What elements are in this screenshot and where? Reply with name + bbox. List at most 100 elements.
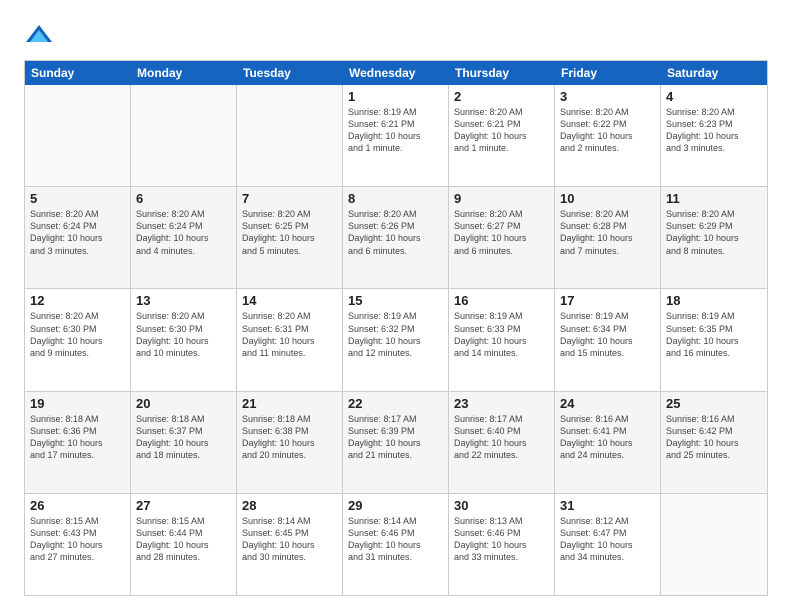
day-number: 30 [454,498,549,513]
day-cell: 2Sunrise: 8:20 AM Sunset: 6:21 PM Daylig… [449,85,555,186]
day-info: Sunrise: 8:14 AM Sunset: 6:45 PM Dayligh… [242,515,337,564]
day-number: 21 [242,396,337,411]
week-row: 26 Sunrise: 8:15 AM Sunset: 6:43 PM Dayli… [25,493,767,595]
header [24,20,768,50]
day-number: 14 [242,293,337,308]
day-number: 24 [560,396,655,411]
week-row: 19 Sunrise: 8:18 AM Sunset: 6:36 PM Dayli… [25,391,767,493]
day-info: Sunrise: 8:18 AM Sunset: 6:37 PM Dayligh… [136,413,231,462]
day-number: 17 [560,293,655,308]
day-header: Friday [555,61,661,85]
day-cell: 27 Sunrise: 8:15 AM Sunset: 6:44 PM Dayli… [131,494,237,595]
day-number: 2 [454,89,549,104]
day-info: Sunrise: 8:20 AM Sunset: 6:30 PM Dayligh… [30,310,125,359]
day-number: 3 [560,89,655,104]
day-info: Sunrise: 8:20 AM Sunset: 6:26 PM Dayligh… [348,208,443,257]
day-cell: 14 Sunrise: 8:20 AM Sunset: 6:31 PM Dayli… [237,289,343,390]
day-info: Sunrise: 8:18 AM Sunset: 6:38 PM Dayligh… [242,413,337,462]
day-info: Sunrise: 8:19 AM Sunset: 6:32 PM Dayligh… [348,310,443,359]
day-cell [661,494,767,595]
day-number: 26 [30,498,125,513]
day-cell: 26 Sunrise: 8:15 AM Sunset: 6:43 PM Dayli… [25,494,131,595]
day-number: 22 [348,396,443,411]
day-number: 20 [136,396,231,411]
day-header: Sunday [25,61,131,85]
day-header: Tuesday [237,61,343,85]
day-number: 18 [666,293,762,308]
day-number: 7 [242,191,337,206]
day-header: Monday [131,61,237,85]
day-cell [237,85,343,186]
day-info: Sunrise: 8:15 AM Sunset: 6:44 PM Dayligh… [136,515,231,564]
day-cell: 11 Sunrise: 8:20 AM Sunset: 6:29 PM Dayli… [661,187,767,288]
day-info: Sunrise: 8:20 AM Sunset: 6:22 PM Dayligh… [560,106,655,155]
day-number: 11 [666,191,762,206]
day-info: Sunrise: 8:16 AM Sunset: 6:42 PM Dayligh… [666,413,762,462]
day-info: Sunrise: 8:19 AM Sunset: 6:34 PM Dayligh… [560,310,655,359]
day-info: Sunrise: 8:12 AM Sunset: 6:47 PM Dayligh… [560,515,655,564]
day-number: 19 [30,396,125,411]
day-header: Wednesday [343,61,449,85]
day-number: 23 [454,396,549,411]
day-info: Sunrise: 8:19 AM Sunset: 6:21 PM Dayligh… [348,106,443,155]
day-info: Sunrise: 8:13 AM Sunset: 6:46 PM Dayligh… [454,515,549,564]
calendar: SundayMondayTuesdayWednesdayThursdayFrid… [24,60,768,596]
day-number: 5 [30,191,125,206]
day-number: 15 [348,293,443,308]
day-info: Sunrise: 8:15 AM Sunset: 6:43 PM Dayligh… [30,515,125,564]
day-cell: 6 Sunrise: 8:20 AM Sunset: 6:24 PM Daylig… [131,187,237,288]
page: SundayMondayTuesdayWednesdayThursdayFrid… [0,0,792,612]
day-cell: 22 Sunrise: 8:17 AM Sunset: 6:39 PM Dayli… [343,392,449,493]
day-info: Sunrise: 8:20 AM Sunset: 6:24 PM Dayligh… [30,208,125,257]
day-number: 29 [348,498,443,513]
day-cell: 8 Sunrise: 8:20 AM Sunset: 6:26 PM Daylig… [343,187,449,288]
day-info: Sunrise: 8:16 AM Sunset: 6:41 PM Dayligh… [560,413,655,462]
weeks: 1 Sunrise: 8:19 AM Sunset: 6:21 PM Daylig… [25,85,767,595]
day-number: 31 [560,498,655,513]
day-headers: SundayMondayTuesdayWednesdayThursdayFrid… [25,61,767,85]
day-cell [131,85,237,186]
day-info: Sunrise: 8:20 AM Sunset: 6:27 PM Dayligh… [454,208,549,257]
day-cell: 29 Sunrise: 8:14 AM Sunset: 6:46 PM Dayli… [343,494,449,595]
day-cell: 31 Sunrise: 8:12 AM Sunset: 6:47 PM Dayli… [555,494,661,595]
day-info: Sunrise: 8:17 AM Sunset: 6:40 PM Dayligh… [454,413,549,462]
day-number: 12 [30,293,125,308]
day-cell: 1 Sunrise: 8:19 AM Sunset: 6:21 PM Daylig… [343,85,449,186]
day-header: Thursday [449,61,555,85]
day-number: 27 [136,498,231,513]
day-info: Sunrise: 8:20 AM Sunset: 6:29 PM Dayligh… [666,208,762,257]
week-row: 12 Sunrise: 8:20 AM Sunset: 6:30 PM Dayli… [25,288,767,390]
day-number: 6 [136,191,231,206]
day-cell: 28Sunrise: 8:14 AM Sunset: 6:45 PM Dayli… [237,494,343,595]
day-cell: 10Sunrise: 8:20 AM Sunset: 6:28 PM Dayli… [555,187,661,288]
day-info: Sunrise: 8:20 AM Sunset: 6:30 PM Dayligh… [136,310,231,359]
day-info: Sunrise: 8:20 AM Sunset: 6:31 PM Dayligh… [242,310,337,359]
day-info: Sunrise: 8:20 AM Sunset: 6:25 PM Dayligh… [242,208,337,257]
day-info: Sunrise: 8:20 AM Sunset: 6:24 PM Dayligh… [136,208,231,257]
day-cell: 16Sunrise: 8:19 AM Sunset: 6:33 PM Dayli… [449,289,555,390]
day-cell: 18Sunrise: 8:19 AM Sunset: 6:35 PM Dayli… [661,289,767,390]
day-cell: 9 Sunrise: 8:20 AM Sunset: 6:27 PM Daylig… [449,187,555,288]
day-cell: 3 Sunrise: 8:20 AM Sunset: 6:22 PM Daylig… [555,85,661,186]
day-info: Sunrise: 8:18 AM Sunset: 6:36 PM Dayligh… [30,413,125,462]
day-cell: 25Sunrise: 8:16 AM Sunset: 6:42 PM Dayli… [661,392,767,493]
day-cell: 24 Sunrise: 8:16 AM Sunset: 6:41 PM Dayli… [555,392,661,493]
day-cell: 21 Sunrise: 8:18 AM Sunset: 6:38 PM Dayli… [237,392,343,493]
day-cell: 20 Sunrise: 8:18 AM Sunset: 6:37 PM Dayli… [131,392,237,493]
day-cell: 12 Sunrise: 8:20 AM Sunset: 6:30 PM Dayli… [25,289,131,390]
logo [24,20,58,50]
day-cell: 5 Sunrise: 8:20 AM Sunset: 6:24 PM Daylig… [25,187,131,288]
logo-icon [24,20,54,50]
day-number: 9 [454,191,549,206]
week-row: 1 Sunrise: 8:19 AM Sunset: 6:21 PM Daylig… [25,85,767,186]
day-cell: 23 Sunrise: 8:17 AM Sunset: 6:40 PM Dayli… [449,392,555,493]
day-cell [25,85,131,186]
day-number: 1 [348,89,443,104]
day-cell: 15 Sunrise: 8:19 AM Sunset: 6:32 PM Dayli… [343,289,449,390]
day-info: Sunrise: 8:17 AM Sunset: 6:39 PM Dayligh… [348,413,443,462]
day-number: 8 [348,191,443,206]
day-number: 16 [454,293,549,308]
day-cell: 7 Sunrise: 8:20 AM Sunset: 6:25 PM Daylig… [237,187,343,288]
day-info: Sunrise: 8:14 AM Sunset: 6:46 PM Dayligh… [348,515,443,564]
day-number: 4 [666,89,762,104]
